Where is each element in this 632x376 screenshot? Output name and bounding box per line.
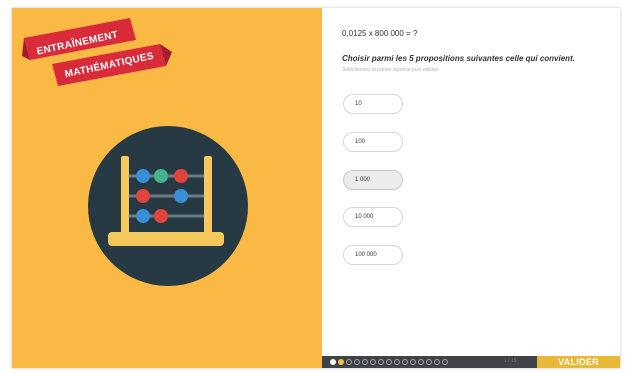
answer-option-1[interactable]: 10 — [343, 94, 403, 114]
answer-option-4[interactable]: 10 000 — [343, 207, 403, 227]
answer-option-3[interactable]: 1 000 — [343, 170, 403, 190]
progress-dot[interactable] — [402, 359, 408, 365]
progress-dot[interactable] — [338, 359, 344, 365]
illustration-panel: ENTRAÎNEMENT MATHÉMATIQUES — [12, 8, 322, 368]
progress-dot[interactable] — [426, 359, 432, 365]
progress-dot[interactable] — [442, 359, 448, 365]
validate-button[interactable]: VALIDER — [537, 356, 620, 368]
progress-dot[interactable] — [362, 359, 368, 365]
progress-dot[interactable] — [394, 359, 400, 365]
progress-dot[interactable] — [434, 359, 440, 365]
progress-footer: 1 / 15 VALIDER — [322, 356, 620, 368]
progress-dot[interactable] — [418, 359, 424, 365]
progress-dot[interactable] — [410, 359, 416, 365]
progress-dot[interactable] — [346, 359, 352, 365]
question-panel: 0,0125 x 800 000 = ? Choisir parmi les 5… — [322, 8, 620, 368]
quiz-window: ENTRAÎNEMENT MATHÉMATIQUES 0,0125 x 800 … — [12, 8, 620, 368]
instruction-text: Choisir parmi les 5 propositions suivant… — [342, 54, 575, 63]
answer-option-5[interactable]: 100 000 — [343, 245, 403, 265]
progress-dot[interactable] — [354, 359, 360, 365]
training-banner: ENTRAÎNEMENT MATHÉMATIQUES — [22, 16, 172, 86]
question-counter: 1 / 15 — [504, 358, 517, 364]
progress-dot[interactable] — [330, 359, 336, 365]
hint-text: Sélectionnez la bonne réponse puis valid… — [342, 67, 440, 73]
progress-dots — [330, 359, 448, 365]
progress-dot[interactable] — [378, 359, 384, 365]
question-text: 0,0125 x 800 000 = ? — [342, 29, 418, 38]
progress-dot[interactable] — [386, 359, 392, 365]
answer-option-2[interactable]: 100 — [343, 132, 403, 152]
progress-dot[interactable] — [370, 359, 376, 365]
abacus-icon — [88, 126, 248, 291]
